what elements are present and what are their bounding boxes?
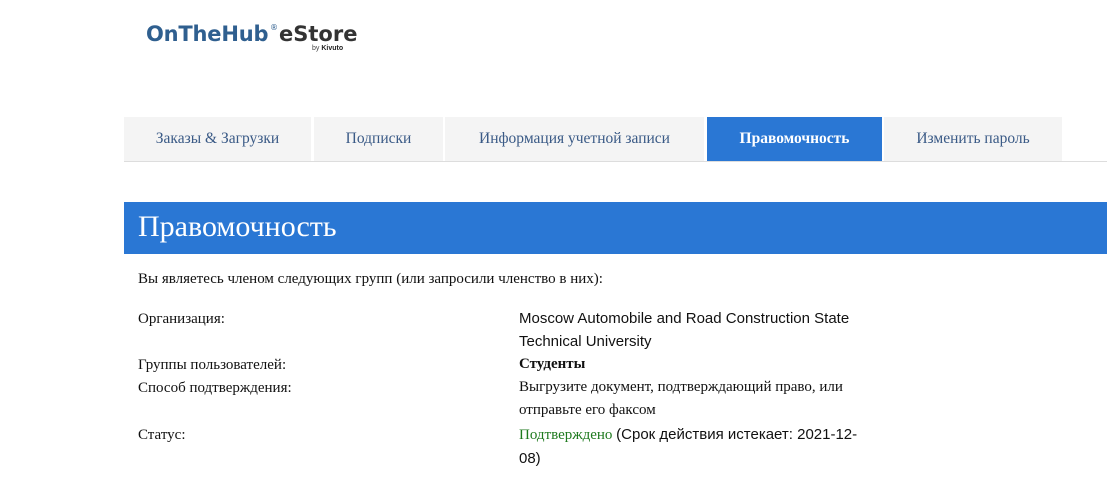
user-groups-value: Студенты (519, 356, 586, 372)
account-tabs: Заказы & Загрузки Подписки Информация уч… (124, 117, 1107, 162)
tab-account-info[interactable]: Информация учетной записи (445, 117, 704, 161)
tab-orders-downloads[interactable]: Заказы & Загрузки (124, 117, 311, 161)
tab-eligibility[interactable]: Правомочность (707, 117, 882, 161)
logo-estore-text: eStore (279, 22, 358, 46)
logo-by-text: by (312, 45, 320, 52)
tab-subscriptions[interactable]: Подписки (314, 117, 443, 161)
logo-onthehub-text: OnTheHub (146, 22, 269, 46)
user-groups-label: Группы пользователей: (138, 357, 287, 373)
organization-value: Moscow Automobile and Road Construction … (519, 310, 850, 350)
status-label: Статус: (138, 427, 186, 443)
logo-registered-mark: ® (270, 23, 278, 32)
organization-label: Организация: (138, 311, 225, 327)
section-header-bar: Правомочность (124, 202, 1107, 254)
logo-by-kivuto: by Kivuto (312, 45, 343, 52)
status-value: Подтверждено (Срок действия истекает: 20… (519, 423, 864, 471)
tab-change-password[interactable]: Изменить пароль (884, 117, 1062, 161)
page-title: Правомочность (138, 210, 337, 243)
verification-method-label: Способ подтверждения: (138, 380, 292, 396)
logo-kivuto-text: Kivuto (321, 45, 344, 52)
onthehub-logo[interactable]: OnTheHub ® eStore by Kivuto (146, 22, 358, 56)
status-verified-text: Подтверждено (519, 427, 613, 443)
membership-intro-text: Вы являетесь членом следующих групп (или… (138, 271, 603, 287)
verification-method-value: Выгрузите документ, подтверждающий право… (519, 379, 843, 418)
